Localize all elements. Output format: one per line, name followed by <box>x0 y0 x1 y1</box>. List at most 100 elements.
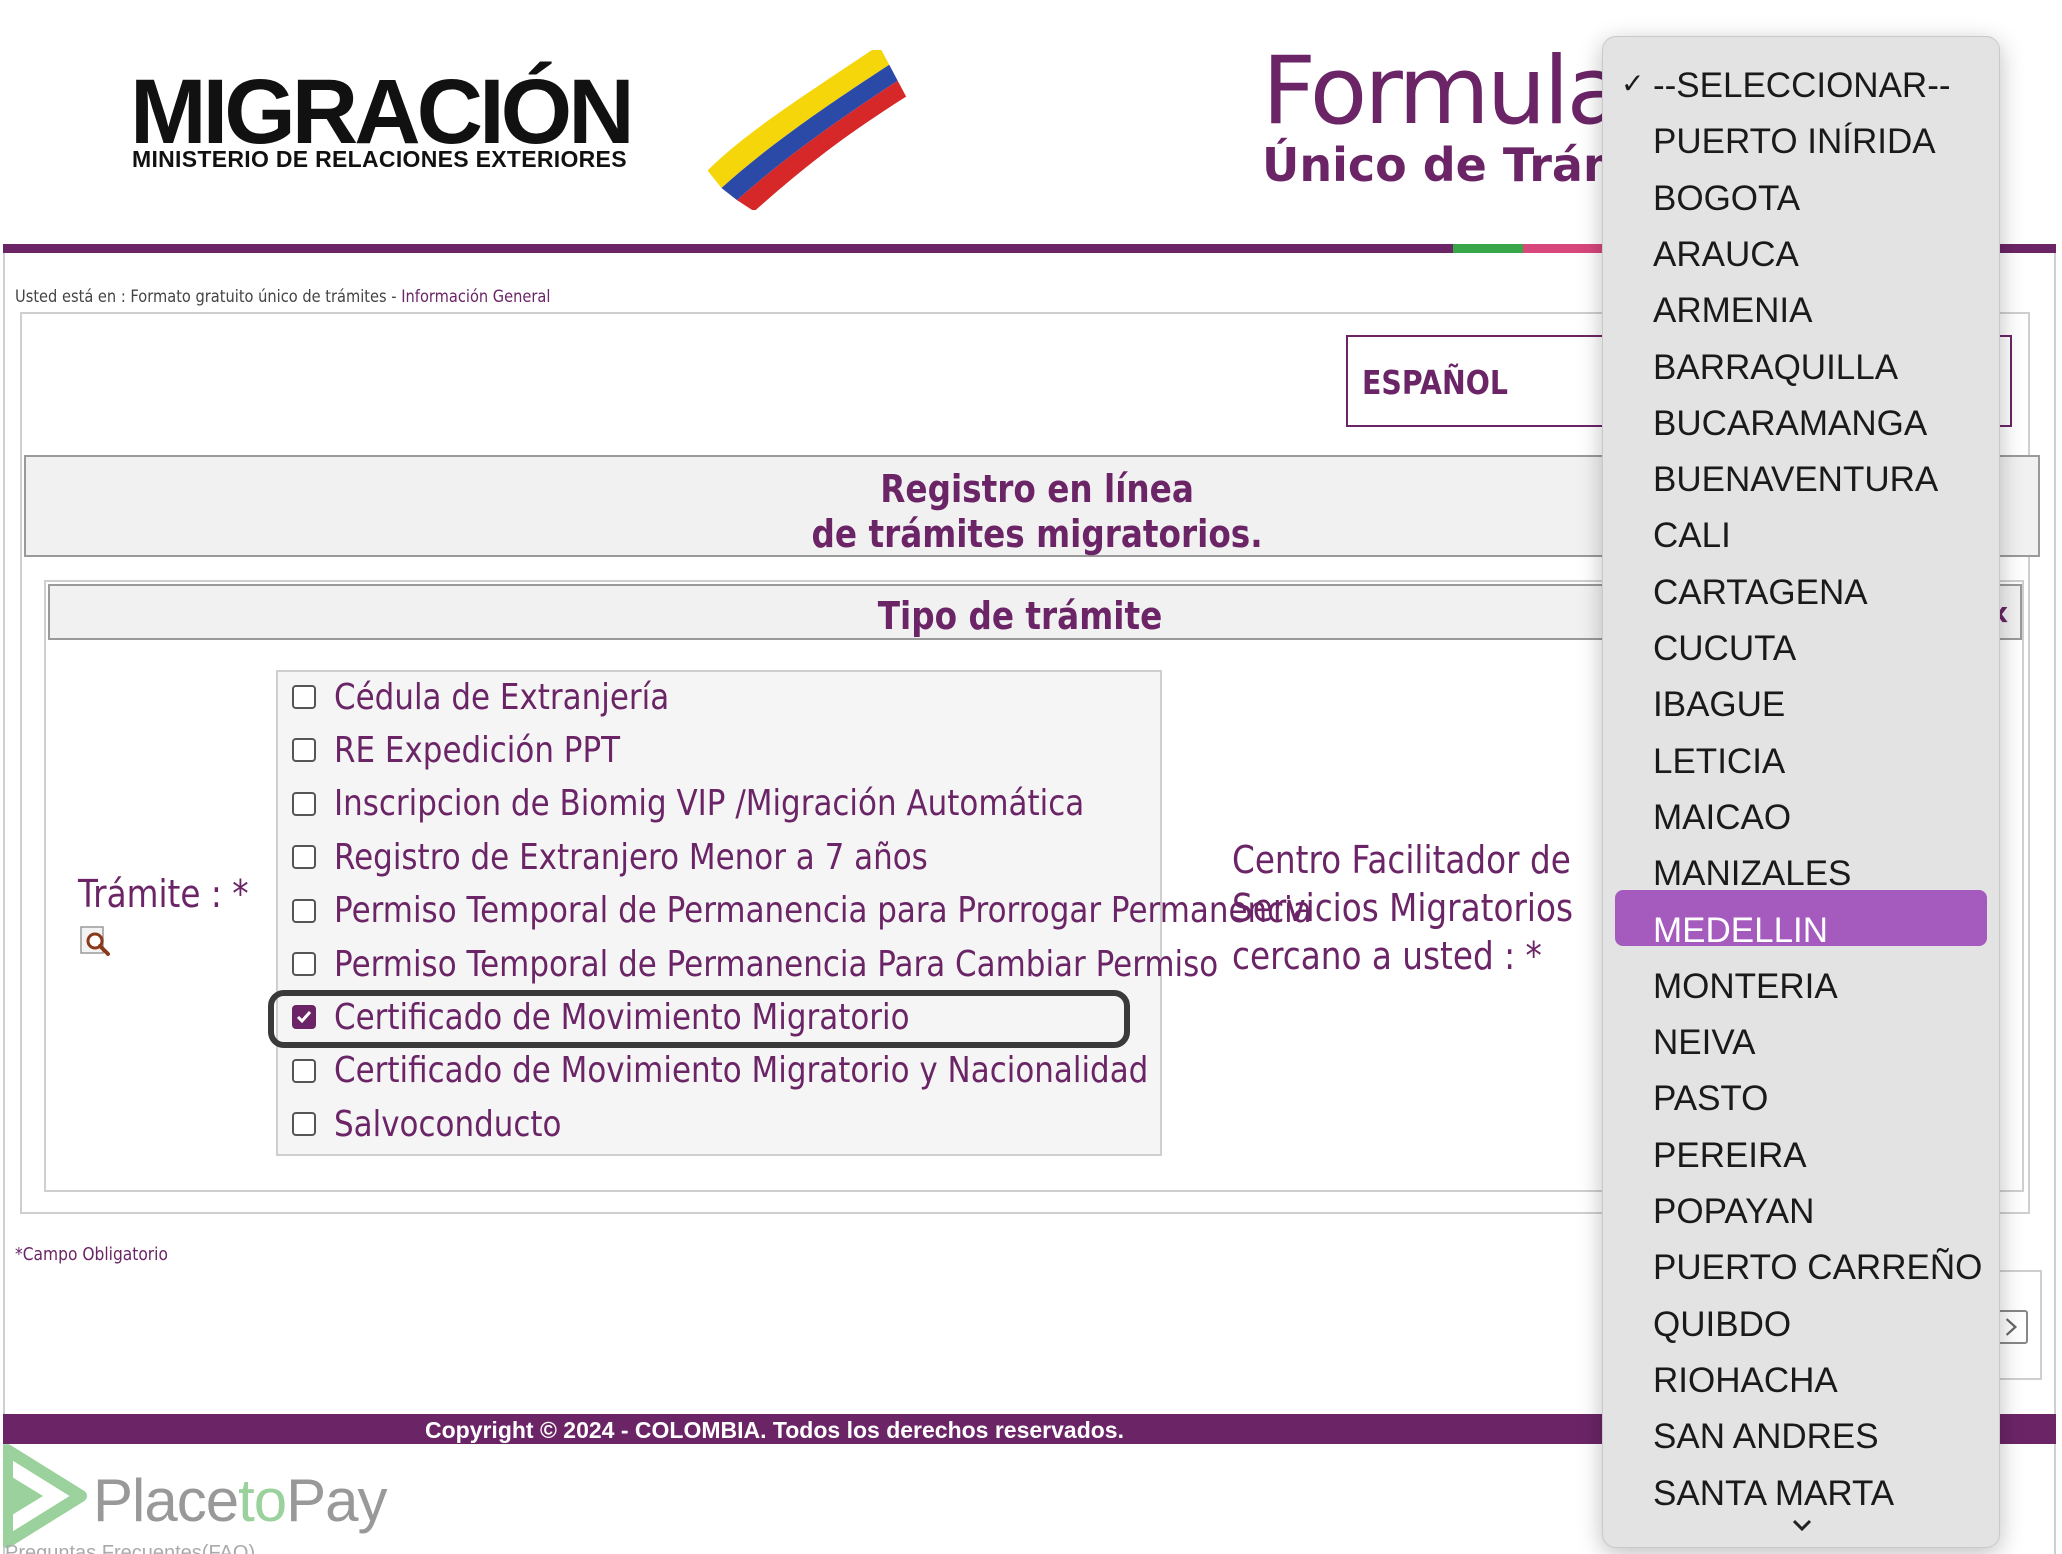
dropdown-option-label: --SELECCIONAR-- <box>1653 66 1951 105</box>
tramite-option[interactable]: RE Expedición PPT <box>292 725 667 775</box>
faq-link[interactable]: Preguntas Frecuentes(FAQ) <box>5 1542 255 1554</box>
dropdown-option-label: PASTO <box>1653 1079 1769 1119</box>
dropdown-option-label: CUCUTA <box>1653 629 1797 668</box>
dropdown-option-label: BUCARAMANGA <box>1653 403 1928 443</box>
language-select-value: ESPAÑOL <box>1362 363 1508 402</box>
dropdown-option-label: NEIVA <box>1653 1023 1756 1063</box>
dropdown-option-label: MONTERIA <box>1653 966 1838 1006</box>
tramite-label: Trámite : * <box>78 872 249 916</box>
dropdown-option[interactable]: PUERTO CARREÑO <box>1603 1239 2001 1293</box>
dropdown-option[interactable]: SAN ANDRES <box>1603 1408 2001 1462</box>
dropdown-option-label: BUENAVENTURA <box>1653 460 1939 500</box>
tramite-option-label: Permiso Temporal de Permanencia Para Cam… <box>334 943 1219 985</box>
dropdown-option[interactable]: CARTAGENA <box>1603 564 2001 618</box>
dropdown-option-label: QUIBDO <box>1653 1304 1792 1344</box>
checkbox[interactable] <box>292 845 316 870</box>
dropdown-option-label: PUERTO CARREÑO <box>1653 1248 1983 1288</box>
breadcrumb-current-link[interactable]: Información General <box>401 287 550 307</box>
dropdown-option-label: IBAGUE <box>1653 685 1786 725</box>
dropdown-option[interactable]: MONTERIA <box>1603 958 2001 1012</box>
checkbox[interactable] <box>292 1058 316 1083</box>
placetopay-logo[interactable]: PlacetoPay <box>3 1444 423 1554</box>
dropdown-option-label: RIOHACHA <box>1653 1360 1838 1400</box>
dropdown-option[interactable]: ARAUCA <box>1603 226 2001 280</box>
dropdown-option[interactable]: PASTO <box>1603 1070 2001 1124</box>
dropdown-option-label: MEDELLIN <box>1653 910 1829 950</box>
dropdown-option-label: CARTAGENA <box>1653 572 1868 612</box>
form-title: Formular Único de Trámi <box>1262 37 1660 191</box>
dropdown-option-label: PUERTO INÍRIDA <box>1653 122 1936 162</box>
dropdown-option-label: ARMENIA <box>1653 291 1813 331</box>
dropdown-option[interactable]: BARRAQUILLA <box>1603 339 2001 393</box>
centro-facilitador-label: Centro Facilitador de Servicios Migrator… <box>1232 838 1573 978</box>
breadcrumb-prefix: Usted está en : Formato gratuito único d… <box>15 287 402 307</box>
checkbox[interactable] <box>292 685 316 709</box>
dropdown-option-label: LETICIA <box>1653 741 1786 781</box>
dropdown-option-label: MAICAO <box>1653 797 1792 837</box>
dropdown-option[interactable]: PUERTO INÍRIDA <box>1603 113 2001 167</box>
header-bar-green <box>1453 244 1523 253</box>
dropdown-option-label: PEREIRA <box>1653 1135 1807 1175</box>
checkbox[interactable] <box>292 791 316 816</box>
dropdown-option[interactable]: BUENAVENTURA <box>1603 451 2001 505</box>
migracion-logo[interactable]: MIGRACIÓN MINISTERIO DE RELACIONES EXTER… <box>130 50 907 210</box>
dropdown-option[interactable]: MAICAO <box>1603 789 2001 843</box>
checkbox[interactable] <box>292 952 316 976</box>
dropdown-option[interactable]: ARMENIA <box>1603 282 2001 336</box>
checkbox[interactable] <box>292 1112 316 1137</box>
dropdown-option[interactable]: QUIBDO <box>1603 1296 2001 1350</box>
dropdown-option[interactable]: POPAYAN <box>1603 1183 2001 1237</box>
tramite-option-label: Certificado de Movimiento Migratorio y N… <box>334 1050 1149 1092</box>
dropdown-option[interactable]: MANIZALES <box>1603 845 2001 899</box>
centro-facilitador-dropdown[interactable]: ✓ --SELECCIONAR-- PUERTO INÍRIDA BOGOTA ARAU… <box>1602 36 2000 1548</box>
placetopay-wordmark: PlacetoPay <box>93 1466 388 1535</box>
breadcrumb: Usted está en : Formato gratuito único d… <box>15 287 550 307</box>
search-magnifier-icon[interactable] <box>80 925 112 957</box>
dropdown-option[interactable]: CALI <box>1603 507 2001 561</box>
tramite-option[interactable]: Certificado de Movimiento Migratorio y N… <box>292 1046 1281 1096</box>
dropdown-option[interactable]: PEREIRA <box>1603 1127 2001 1181</box>
tramite-option-label: Permiso Temporal de Permanencia para Pro… <box>334 890 1312 932</box>
dropdown-option[interactable]: NEIVA <box>1603 1014 2001 1068</box>
tramite-option-label: Inscripcion de Biomig VIP /Migración Aut… <box>334 783 1085 825</box>
tramite-option[interactable]: Registro de Extranjero Menor a 7 años <box>292 832 1024 882</box>
tramite-option[interactable]: Cédula de Extranjería <box>292 672 724 722</box>
tramite-option-label: RE Expedición PPT <box>334 729 621 771</box>
tramite-option[interactable]: Salvoconducto <box>292 1099 598 1149</box>
tramite-option-label: Cédula de Extranjería <box>334 676 670 718</box>
campo-obligatorio-note: *Campo Obligatorio <box>15 1244 168 1265</box>
tramite-option[interactable]: Inscripcion de Biomig VIP /Migración Aut… <box>292 779 1206 829</box>
header-bar-pink <box>1523 244 1613 253</box>
tramite-checkbox-list: Cédula de Extranjería RE Expedición PPT In… <box>276 670 1312 1156</box>
logo-subtitle: MINISTERIO DE RELACIONES EXTERIORES <box>132 146 627 172</box>
checkbox[interactable] <box>292 738 316 763</box>
dropdown-option-label: BOGOTA <box>1653 178 1801 218</box>
dropdown-option-label: POPAYAN <box>1653 1192 1815 1231</box>
tramite-option-label: Salvoconducto <box>334 1103 562 1145</box>
placetopay-brand-a: Place <box>93 1467 239 1534</box>
dropdown-option[interactable]: SANTA MARTA <box>1603 1465 2001 1519</box>
dropdown-option-label: MANIZALES <box>1653 854 1852 894</box>
dropdown-option[interactable]: IBAGUE <box>1603 676 2001 730</box>
tramite-option-label: Registro de Extranjero Menor a 7 años <box>334 836 928 878</box>
dropdown-option[interactable]: BUCARAMANGA <box>1603 395 2001 449</box>
placetopay-brand-c: Pay <box>286 1467 387 1534</box>
placetopay-play-icon <box>3 1444 87 1548</box>
checkbox[interactable] <box>292 898 316 923</box>
colombia-flag-swoosh-icon <box>707 50 907 210</box>
dropdown-option[interactable]: CUCUTA <box>1603 620 2001 674</box>
dropdown-option-label: SANTA MARTA <box>1653 1473 1895 1513</box>
dropdown-option[interactable]: MEDELLIN <box>1603 902 2001 956</box>
tramite-option[interactable]: Permiso Temporal de Permanencia Para Cam… <box>292 939 1362 989</box>
dropdown-option-label: SAN ANDRES <box>1653 1417 1879 1457</box>
form-title-line1: Formular <box>1262 37 1660 146</box>
dropdown-option-label: ARAUCA <box>1653 234 1799 274</box>
placetopay-brand-b: to <box>238 1467 287 1534</box>
selected-option-highlight <box>268 990 1130 1048</box>
dropdown-option-label: CALI <box>1653 516 1731 556</box>
dropdown-option[interactable]: ✓ --SELECCIONAR-- <box>1603 57 2001 111</box>
dropdown-option-label: BARRAQUILLA <box>1653 347 1899 387</box>
dropdown-option[interactable]: RIOHACHA <box>1603 1352 2001 1406</box>
dropdown-option[interactable]: LETICIA <box>1603 733 2001 787</box>
dropdown-option[interactable]: BOGOTA <box>1603 170 2001 224</box>
